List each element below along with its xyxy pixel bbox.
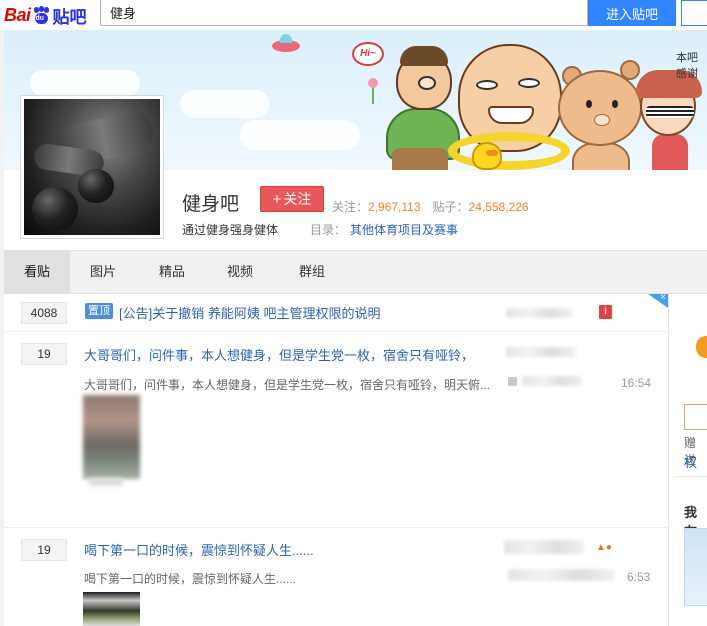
close-corner-button[interactable]: × bbox=[648, 292, 668, 308]
forum-slogan: 通过健身强身健体 bbox=[182, 223, 279, 237]
reply-count: 4088 bbox=[21, 302, 67, 324]
reply-count: 19 bbox=[21, 343, 67, 365]
posts-label: 贴子： bbox=[432, 200, 469, 214]
thread-thumbnail[interactable] bbox=[83, 592, 140, 626]
logo-du-text: du bbox=[35, 14, 45, 22]
forum-tab-nav: 看贴 图片 精品 视频 群组 bbox=[4, 250, 707, 294]
close-icon: × bbox=[660, 292, 666, 303]
pinned-badge: 置顶 bbox=[85, 303, 113, 319]
logo-tieba-text: 贴吧 bbox=[52, 7, 87, 27]
paw-icon: du bbox=[32, 5, 51, 25]
forum-name: 健身吧 bbox=[182, 194, 240, 215]
thread-abstract: 大哥哥们，问件事，本人想健身，但是学生党一枚，宿舍只有哑铃，明天俯... bbox=[84, 378, 491, 392]
rubber-duck-illustration bbox=[472, 142, 502, 170]
forum-catalog: 目录： 其他体育项目及赛事 bbox=[310, 221, 458, 238]
banner-notice: 本吧 感谢 bbox=[676, 50, 698, 82]
thread-abstract: 喝下第一口的时候，震惊到怀疑人生...... bbox=[84, 572, 297, 586]
sidebar-button[interactable] bbox=[684, 404, 707, 430]
tab-videos[interactable]: 视频 bbox=[208, 251, 272, 293]
last-replier-redacted bbox=[508, 569, 614, 581]
last-reply-icon bbox=[508, 377, 517, 386]
followers-label: 关注： bbox=[332, 200, 369, 214]
baidu-tieba-logo[interactable]: Bai du 贴吧 bbox=[4, 3, 87, 27]
author-redacted bbox=[506, 308, 572, 318]
forum-stats: 关注：2,967,113 贴子：24,558,226 bbox=[332, 198, 529, 215]
follow-label: 关注 bbox=[283, 191, 312, 207]
followers-count: 2,967,113 bbox=[368, 200, 421, 214]
top-bar: Bai du 贴吧 进入贴吧 bbox=[0, 0, 707, 30]
enter-forum-button[interactable]: 进入贴吧 bbox=[588, 0, 676, 26]
catalog-label: 目录： bbox=[310, 223, 347, 237]
author-redacted bbox=[504, 540, 584, 554]
catalog-link[interactable]: 其他体育项目及赛事 bbox=[350, 223, 458, 237]
plus-icon: + bbox=[272, 191, 282, 208]
flower-illustration bbox=[368, 78, 378, 88]
last-replier-redacted bbox=[522, 376, 582, 386]
tab-featured[interactable]: 精品 bbox=[140, 251, 204, 293]
banner-notice-line1: 本吧 bbox=[676, 52, 698, 64]
sidebar-link[interactable]: 权 bbox=[684, 452, 697, 471]
search-input[interactable] bbox=[100, 0, 588, 26]
hot-thread-icon: ▲● bbox=[596, 542, 612, 553]
tab-groups[interactable]: 群组 bbox=[280, 251, 344, 293]
thread-time: 16:54 bbox=[621, 376, 652, 390]
tab-posts[interactable]: 看贴 bbox=[4, 251, 70, 293]
thread-title[interactable]: 大哥哥们，问件事，本人想健身，但是学生党一枚，宿舍只有哑铃， bbox=[84, 345, 474, 364]
thread-time: 6:53 bbox=[627, 570, 651, 584]
kettlebell-photo bbox=[24, 99, 160, 235]
info-icon[interactable]: i bbox=[599, 305, 612, 319]
sidebar-card[interactable] bbox=[684, 528, 707, 606]
forum-avatar[interactable] bbox=[20, 95, 164, 239]
thread-title[interactable]: 喝下第一口的时候，震惊到怀疑人生...... bbox=[84, 540, 314, 559]
search-all-button[interactable] bbox=[681, 0, 707, 26]
hi-speech-bubble: Hi~ bbox=[352, 42, 384, 66]
logo-bai-text: Bai bbox=[4, 4, 31, 25]
thread-thumbnail[interactable] bbox=[83, 395, 140, 479]
flame-icon bbox=[696, 336, 707, 358]
thread-title[interactable]: [公告]关于撤销 养能阿姨 吧主管理权限的说明 bbox=[119, 303, 380, 322]
swim-ring-illustration bbox=[448, 132, 570, 170]
follow-button[interactable]: + 关注 bbox=[260, 186, 324, 212]
posts-count: 24,558,226 bbox=[468, 200, 529, 214]
reply-count: 19 bbox=[21, 539, 67, 561]
author-redacted bbox=[506, 347, 576, 357]
tab-images[interactable]: 图片 bbox=[70, 251, 136, 293]
banner-notice-line2: 感谢 bbox=[676, 68, 698, 80]
